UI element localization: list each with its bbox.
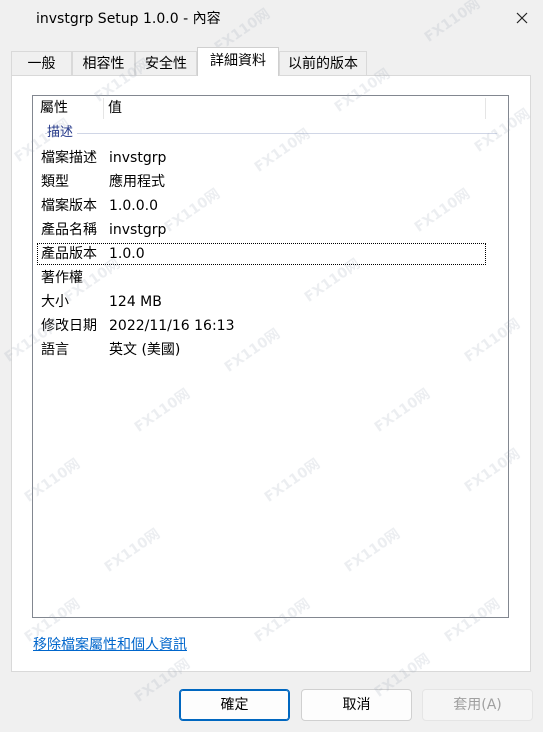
column-divider[interactable] xyxy=(485,98,486,119)
ok-button[interactable]: 確定 xyxy=(179,689,290,721)
apply-button[interactable]: 套用(A) xyxy=(422,689,533,721)
group-label: 描述 xyxy=(47,124,78,142)
group-header-description: 描述 xyxy=(45,124,497,142)
property-value: invstgrp xyxy=(109,222,167,238)
list-item[interactable]: 產品名稱 invstgrp xyxy=(35,219,486,241)
property-name: 類型 xyxy=(41,174,69,190)
list-item[interactable]: 檔案版本 1.0.0.0 xyxy=(35,195,486,217)
tab-bar: 一般 相容性 安全性 詳細資料 以前的版本 xyxy=(11,47,531,76)
tab-security[interactable]: 安全性 xyxy=(135,51,197,75)
property-name: 檔案版本 xyxy=(41,198,97,214)
tab-general[interactable]: 一般 xyxy=(11,51,72,75)
tab-compatibility[interactable]: 相容性 xyxy=(72,51,135,75)
column-header-property[interactable]: 屬性 xyxy=(33,96,103,121)
property-name: 語言 xyxy=(41,342,69,358)
property-value: invstgrp xyxy=(109,150,167,166)
column-header-value[interactable]: 值 xyxy=(101,96,485,121)
title-bar: invstgrp Setup 1.0.0 - 內容 xyxy=(0,0,543,36)
property-name: 檔案描述 xyxy=(41,150,97,166)
details-list[interactable]: 屬性 值 描述 檔案描述 invstgrp 類型 應用程式 檔案版本 1.0.0.0 … xyxy=(32,95,509,618)
property-value: 1.0.0.0 xyxy=(109,198,158,214)
tab-previous-versions[interactable]: 以前的版本 xyxy=(279,51,367,75)
property-value: 1.0.0 xyxy=(109,246,145,262)
property-value: 英文 (美國) xyxy=(109,342,181,358)
remove-properties-link[interactable]: 移除檔案屬性和個人資訊 xyxy=(33,634,187,654)
list-header: 屬性 值 xyxy=(33,96,508,121)
list-item[interactable]: 著作權 xyxy=(35,267,486,289)
list-item-focused[interactable]: 產品版本 1.0.0 xyxy=(37,243,486,265)
property-value: 應用程式 xyxy=(109,174,165,190)
list-item[interactable]: 語言 英文 (美國) xyxy=(35,339,486,361)
property-name: 大小 xyxy=(41,294,69,310)
tab-details[interactable]: 詳細資料 xyxy=(197,47,279,76)
property-value: 124 MB xyxy=(109,294,162,310)
property-name: 產品版本 xyxy=(41,246,97,262)
list-item[interactable]: 修改日期 2022/11/16 16:13 xyxy=(35,315,486,337)
close-button[interactable] xyxy=(500,0,543,36)
list-item[interactable]: 大小 124 MB xyxy=(35,291,486,313)
list-item[interactable]: 檔案描述 invstgrp xyxy=(35,147,486,169)
property-name: 修改日期 xyxy=(41,318,97,334)
list-item[interactable]: 類型 應用程式 xyxy=(35,171,486,193)
property-value: 2022/11/16 16:13 xyxy=(109,318,235,334)
group-divider xyxy=(45,133,497,134)
cancel-button[interactable]: 取消 xyxy=(301,689,412,721)
close-icon xyxy=(516,12,527,24)
property-name: 產品名稱 xyxy=(41,222,97,238)
property-name: 著作權 xyxy=(41,270,83,286)
window-title: invstgrp Setup 1.0.0 - 內容 xyxy=(36,11,221,27)
